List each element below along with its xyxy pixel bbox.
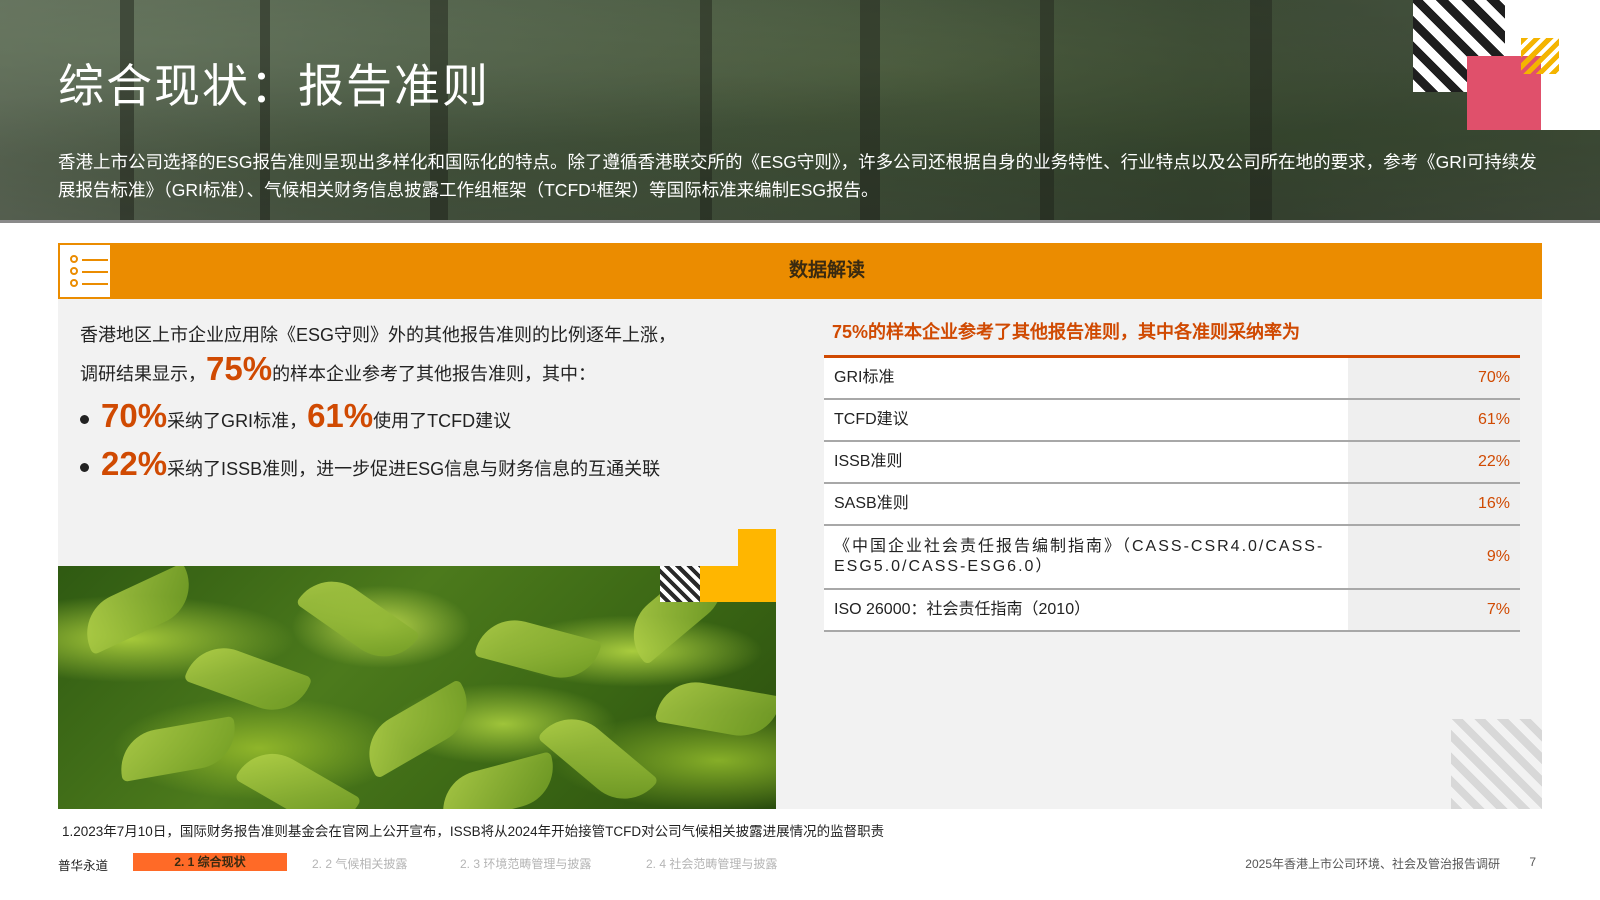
bullet-dot: [80, 462, 89, 472]
row-value: 16%: [1348, 484, 1520, 524]
row-label: 《中国企业社会责任报告编制指南》（CASS-CSR4.0/CASS-ESG5.0…: [834, 538, 1325, 575]
row-label: SASB准则: [834, 495, 909, 512]
table-row: ISO 26000：社会责任指南（2010） 7%: [824, 590, 1520, 632]
tea-leaves-photo: [58, 566, 776, 809]
row-value: 9%: [1348, 526, 1520, 588]
section-title: 数据解读: [788, 260, 865, 281]
finding-line-2: 调研结果显示，75%的样本企业参考了其他报告准则，其中：: [80, 352, 770, 391]
table-row: ISSB准则 22%: [824, 442, 1520, 484]
row-value: 61%: [1348, 400, 1520, 440]
table-row: SASB准则 16%: [824, 484, 1520, 526]
bullet-text: 采纳了GRI标准，: [167, 411, 308, 431]
highlight-61: 61%: [307, 397, 374, 434]
stripe-decoration: [660, 566, 700, 602]
row-label: ISO 26000：社会责任指南（2010）: [834, 601, 1091, 618]
finding-suffix: 的样本企业参考了其他报告准则，其中：: [272, 364, 597, 384]
bullet-text: 使用了TCFD建议: [373, 411, 512, 431]
row-value: 22%: [1348, 442, 1520, 482]
intro-paragraph: 香港上市公司选择的ESG报告准则呈现出多样化和国际化的特点。除了遵循香港联交所的…: [58, 152, 1537, 200]
page-title: 综合现状：报告准则: [58, 59, 490, 113]
nav-item-social[interactable]: 2. 4 社会范畴管理与披露: [646, 855, 777, 872]
nav-item-active[interactable]: 2. 1 综合现状: [133, 853, 287, 871]
grey-stripe-decoration: [1451, 719, 1542, 809]
row-label: TCFD建议: [834, 411, 909, 428]
row-label: ISSB准则: [834, 453, 903, 470]
finding-prefix: 调研结果显示，: [80, 364, 206, 384]
highlight-70: 70%: [101, 397, 168, 434]
report-name: 2025年香港上市公司环境、社会及管治报告调研: [1245, 857, 1500, 871]
header-divider: [0, 220, 1600, 223]
footnote: 1.2023年7月10日，国际财务报告准则基金会在官网上公开宣布，ISSB将从2…: [62, 824, 885, 839]
bullet-item: 70%采纳了GRI标准，61%使用了TCFD建议: [80, 396, 511, 441]
bullet-text: 采纳了ISSB准则，进一步促进ESG信息与财务信息的互通关联: [167, 459, 661, 479]
row-value: 7%: [1348, 590, 1520, 630]
adoption-table: GRI标准 70% TCFD建议 61% ISSB准则 22% SASB准则 1…: [824, 358, 1520, 632]
table-title: 75%的样本企业参考了其他报告准则，其中各准则采纳率为: [832, 322, 1301, 342]
finding-line-1: 香港地区上市企业应用除《ESG守则》外的其他报告准则的比例逐年上涨，: [80, 325, 677, 345]
highlight-75: 75%: [206, 350, 273, 387]
page-number: 7: [1529, 855, 1536, 869]
brand-label: 普华永道: [58, 859, 109, 873]
bullet-dot: [80, 414, 89, 424]
table-row: GRI标准 70%: [824, 358, 1520, 400]
row-value: 70%: [1348, 358, 1520, 398]
highlight-22: 22%: [101, 445, 168, 482]
finding-text: 香港地区上市企业应用除《ESG守则》外的其他报告准则的比例逐年上涨， 调研结果显…: [80, 318, 770, 391]
nav-item-climate[interactable]: 2. 2 气候相关披露: [312, 855, 407, 872]
decoration-cutout: [700, 529, 738, 566]
bottom-navigation: 普华永道 2. 1 综合现状 2. 2 气候相关披露 2. 3 环境范畴管理与披…: [58, 853, 1542, 873]
bullet-item: 22%采纳了ISSB准则，进一步促进ESG信息与财务信息的互通关联: [80, 444, 660, 489]
row-label: GRI标准: [834, 369, 895, 386]
table-row: TCFD建议 61%: [824, 400, 1520, 442]
nav-item-environment[interactable]: 2. 3 环境范畴管理与披露: [460, 855, 591, 872]
list-icon: [58, 243, 112, 299]
table-row: 《中国企业社会责任报告编制指南》（CASS-CSR4.0/CASS-ESG5.0…: [824, 526, 1520, 590]
yellow-stripe-decoration: [1521, 38, 1559, 74]
